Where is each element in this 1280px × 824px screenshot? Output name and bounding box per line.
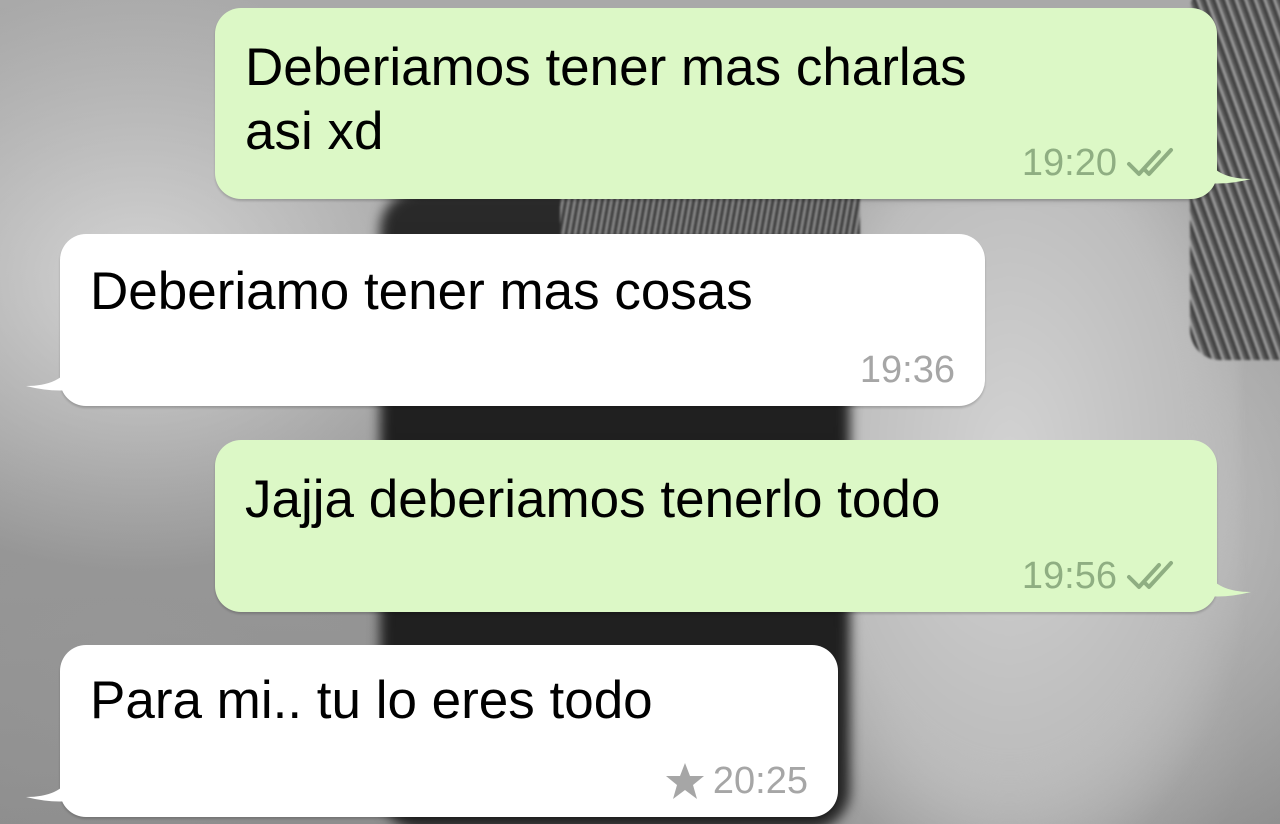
message-time: 19:20 [1021,142,1117,184]
message-bubble-outgoing[interactable]: Deberiamos tener mas charlas asi xd 19:2… [215,8,1251,199]
message-text-line: asi xd [245,102,384,161]
message-time: 19:36 [859,349,955,391]
message-text-line: Deberiamos tener mas charlas [245,38,967,97]
message-bubble-outgoing[interactable]: Jajja deberiamos tenerlo todo 19:56 [215,440,1251,612]
bubble-tail [1207,159,1251,184]
message-time: 19:56 [1021,555,1117,597]
message-meta: 19:20 [1022,141,1187,185]
message-text-line: Jajja deberiamos tenerlo todo [245,470,941,529]
bubble-tail [26,366,70,391]
message-text: Jajja deberiamos tenerlo todo [245,468,940,532]
message-meta: 19:56 [1022,554,1187,598]
bubble-tail [26,777,70,802]
message-meta: 20:25 [665,759,808,803]
bubble-tail [1207,572,1251,597]
message-time: 20:25 [712,760,808,802]
message-text: Deberiamos tener mas charlas asi xd [245,36,967,164]
message-text: Para mi.. tu lo eres todo [90,669,653,733]
message-text-line: Deberiamo tener mas cosas [90,262,753,321]
message-bubble-incoming[interactable]: Para mi.. tu lo eres todo 20:25 [26,645,838,817]
double-check-icon [1127,148,1173,176]
message-meta: 19:36 [860,348,955,392]
star-icon [665,763,704,799]
double-check-icon [1127,561,1173,589]
message-bubble-incoming[interactable]: Deberiamo tener mas cosas 19:36 [26,234,985,406]
message-text: Deberiamo tener mas cosas [90,260,753,324]
message-text-line: Para mi.. tu lo eres todo [90,671,653,730]
